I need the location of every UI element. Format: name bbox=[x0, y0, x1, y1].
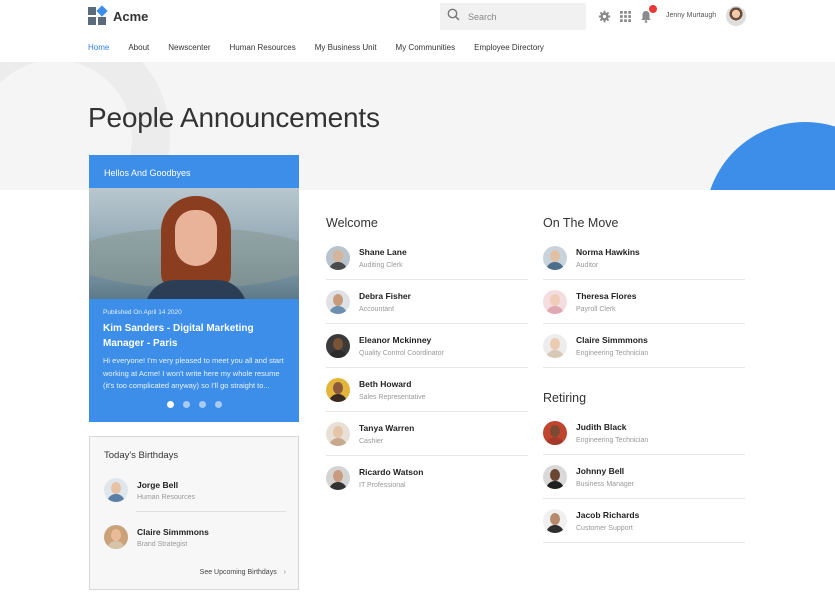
avatar bbox=[543, 464, 567, 489]
carousel-dot[interactable] bbox=[166, 401, 174, 408]
person-role: Auditing Clerk bbox=[359, 261, 403, 269]
person-name: Judith Black bbox=[576, 421, 627, 432]
nav-item-about[interactable]: About bbox=[128, 43, 149, 52]
carousel-dot[interactable] bbox=[182, 401, 190, 408]
avatar bbox=[326, 421, 350, 446]
avatar bbox=[326, 333, 350, 358]
person-role: Auditor bbox=[576, 261, 599, 269]
list-item[interactable]: Theresa Flores Payroll Clerk bbox=[543, 280, 745, 324]
see-upcoming-birthdays-link[interactable]: See Upcoming Birthdays › bbox=[200, 569, 286, 576]
person-role: Payroll Clerk bbox=[576, 305, 616, 313]
top-header: Acme Jenny Murtaugh bbox=[0, 0, 835, 34]
nav-item-newscenter[interactable]: Newscenter bbox=[168, 43, 210, 52]
featured-person-photo bbox=[89, 188, 299, 299]
list-item[interactable]: Johnny Bell Business Manager bbox=[543, 455, 745, 499]
search-box[interactable] bbox=[440, 3, 586, 30]
nav-item-my-communities[interactable]: My Communities bbox=[396, 43, 456, 52]
carousel-dot[interactable] bbox=[198, 401, 206, 408]
nav-item-my-business-unit[interactable]: My Business Unit bbox=[315, 43, 377, 52]
list-item[interactable]: Eleanor Mckinney Quality Control Coordina… bbox=[326, 324, 528, 368]
person-role: Sales Representative bbox=[359, 393, 426, 401]
person-name: Eleanor Mckinney bbox=[359, 334, 432, 345]
person-name: Claire Simmmons bbox=[576, 334, 648, 345]
page-title: People Announcements bbox=[88, 102, 380, 133]
list-item[interactable]: Ricardo Watson IT Professional bbox=[326, 456, 528, 500]
person-name: Debra Fisher bbox=[359, 290, 411, 301]
list-item[interactable]: Jorge Bell Human Resources bbox=[104, 478, 195, 502]
carousel-dot[interactable] bbox=[214, 401, 222, 408]
list-item[interactable]: Tanya Warren Cashier bbox=[326, 412, 528, 456]
nav-item-human-resources[interactable]: Human Resources bbox=[230, 43, 296, 52]
card-title: Today's Birthdays bbox=[104, 450, 179, 461]
person-name: Theresa Flores bbox=[576, 290, 637, 301]
card-title: Hellos And Goodbyes bbox=[104, 168, 191, 178]
person-role: Human Resources bbox=[137, 493, 195, 501]
acme-logo-icon bbox=[88, 5, 108, 25]
avatar bbox=[326, 245, 350, 270]
person-role: IT Professional bbox=[359, 482, 406, 489]
user-name[interactable]: Jenny Murtaugh bbox=[666, 12, 716, 19]
app-name: Acme bbox=[113, 8, 149, 24]
list-item[interactable]: Jacob Richards Customer Support bbox=[543, 499, 745, 543]
link-label: See Upcoming Birthdays bbox=[199, 569, 277, 576]
app-logo[interactable]: Acme bbox=[88, 5, 149, 25]
list-item[interactable]: Judith Black Engineering Technician bbox=[543, 411, 745, 455]
user-avatar[interactable] bbox=[726, 6, 746, 26]
avatar bbox=[543, 508, 567, 533]
published-date: Published On April 14 2020 bbox=[103, 309, 182, 316]
person-name: Ricardo Watson bbox=[359, 467, 424, 477]
carousel-dots bbox=[89, 401, 299, 408]
decorative-arc bbox=[705, 122, 835, 190]
search-input[interactable] bbox=[468, 11, 578, 22]
avatar bbox=[543, 333, 567, 358]
person-name: Norma Hawkins bbox=[576, 246, 640, 257]
person-name: Jorge Bell bbox=[137, 479, 179, 490]
notification-badge bbox=[649, 5, 657, 13]
on-the-move-heading: On The Move bbox=[543, 216, 619, 230]
person-role: Quality Control Coordinator bbox=[359, 349, 444, 357]
avatar bbox=[543, 420, 567, 445]
avatar bbox=[104, 525, 128, 549]
list-item[interactable]: Norma Hawkins Auditor bbox=[543, 236, 745, 280]
main-nav: Home About Newscenter Human Resources My… bbox=[88, 43, 563, 52]
list-item[interactable]: Debra Fisher Accountant bbox=[326, 280, 528, 324]
announcement-headline[interactable]: Kim Sanders - Digital Marketing Manager … bbox=[103, 321, 284, 351]
person-name: Shane Lane bbox=[359, 246, 407, 257]
person-role: Business Manager bbox=[576, 480, 634, 488]
search-icon bbox=[447, 8, 460, 26]
person-role: Engineering Technician bbox=[576, 436, 649, 444]
gear-icon[interactable] bbox=[597, 9, 611, 23]
person-role: Customer Support bbox=[576, 524, 633, 532]
person-name: Tanya Warren bbox=[359, 422, 415, 433]
person-name: Jacob Richards bbox=[576, 509, 640, 520]
person-role: Brand Strategist bbox=[137, 540, 188, 548]
hellos-goodbyes-card[interactable]: Hellos And Goodbyes Published On April 1… bbox=[89, 155, 299, 422]
avatar bbox=[104, 478, 128, 502]
avatar bbox=[543, 289, 567, 314]
divider bbox=[136, 511, 286, 512]
apps-grid-icon[interactable] bbox=[618, 9, 632, 23]
announcement-excerpt: Hi everyone! I'm very pleased to meet yo… bbox=[103, 356, 284, 390]
notifications-bell-icon[interactable] bbox=[639, 5, 657, 23]
avatar bbox=[543, 245, 567, 270]
list-item[interactable]: Claire Simmmons Brand Strategist bbox=[104, 525, 209, 549]
list-item[interactable]: Beth Howard Sales Representative bbox=[326, 368, 528, 412]
avatar bbox=[326, 466, 350, 490]
person-role: Engineering Technician bbox=[576, 349, 649, 357]
person-role: Cashier bbox=[359, 437, 384, 445]
nav-item-home[interactable]: Home bbox=[88, 43, 109, 52]
chevron-right-icon: › bbox=[283, 569, 286, 576]
retiring-heading: Retiring bbox=[543, 391, 587, 405]
person-name: Claire Simmmons bbox=[137, 526, 209, 537]
birthdays-card: Today's Birthdays Jorge Bell Human Resou… bbox=[89, 436, 299, 590]
avatar bbox=[326, 289, 350, 314]
person-name: Beth Howard bbox=[359, 378, 412, 389]
nav-item-employee-directory[interactable]: Employee Directory bbox=[474, 43, 544, 52]
person-name: Johnny Bell bbox=[576, 465, 625, 476]
person-role: Accountant bbox=[359, 305, 395, 313]
avatar bbox=[326, 377, 350, 402]
list-item[interactable]: Shane Lane Auditing Clerk bbox=[326, 236, 528, 280]
welcome-heading: Welcome bbox=[326, 216, 378, 230]
list-item[interactable]: Claire Simmmons Engineering Technician bbox=[543, 324, 745, 368]
